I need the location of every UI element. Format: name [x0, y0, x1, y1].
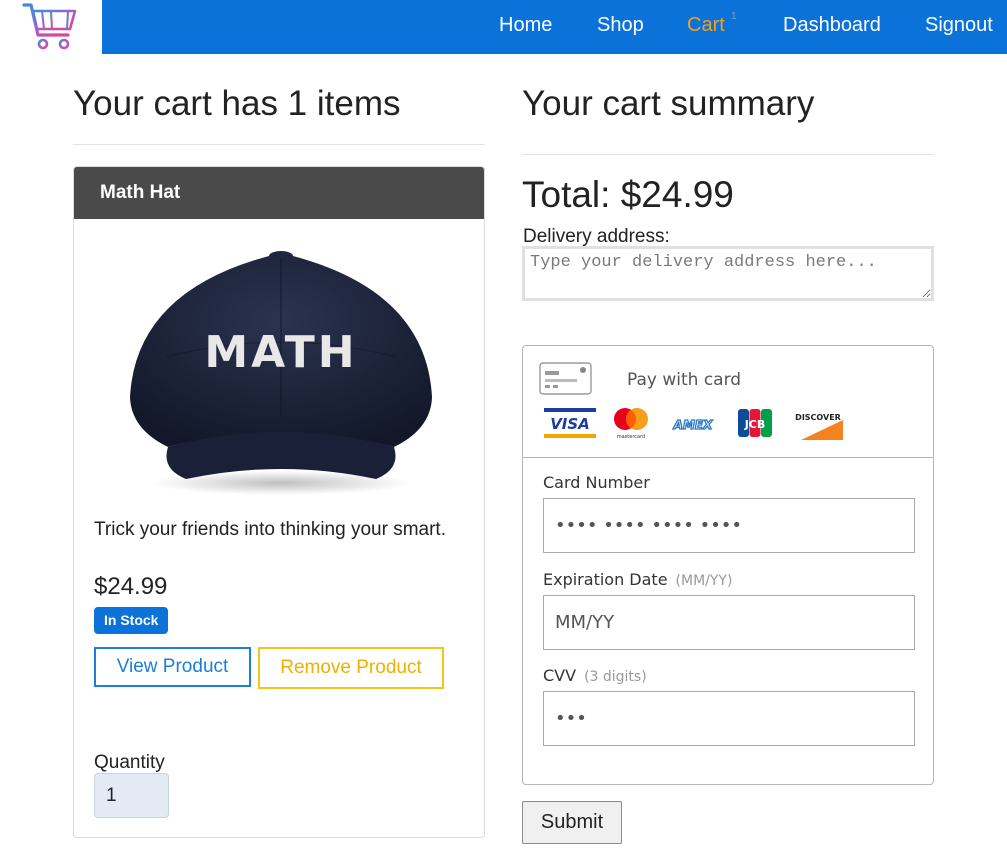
amex-icon: AMEX	[672, 417, 714, 432]
expiration-date-label: Expiration Date (MM/YY)	[543, 570, 733, 589]
cart-count-badge: 1	[731, 11, 737, 22]
view-product-button[interactable]: View Product	[94, 647, 251, 687]
nav-signout-link[interactable]: Signout	[925, 14, 993, 37]
quantity-input[interactable]	[94, 773, 169, 818]
mastercard-icon: mastercard	[614, 408, 648, 440]
in-stock-badge: In Stock	[94, 607, 169, 634]
cart-items-title: Your cart has 1 items	[73, 84, 401, 123]
svg-text:DISCOVER: DISCOVER	[795, 413, 841, 422]
credit-card-icon	[539, 362, 592, 395]
svg-text:VISA: VISA	[550, 415, 590, 433]
divider	[73, 144, 485, 145]
product-name: Math Hat	[100, 182, 181, 203]
expiration-date-hint: (MM/YY)	[675, 573, 733, 589]
expiration-date-input[interactable]	[543, 595, 915, 650]
nav-shop-link[interactable]: Shop	[597, 14, 644, 37]
nav-cart-link[interactable]: Cart	[687, 14, 725, 37]
delivery-address-label: Delivery address:	[523, 226, 670, 247]
discover-icon: DISCOVER	[795, 413, 843, 440]
product-description: Trick your friends into thinking your sm…	[94, 519, 446, 540]
top-navbar: Home Shop Cart 1 Dashboard Signout	[102, 0, 1007, 54]
divider	[523, 457, 933, 458]
cart-summary-title: Your cart summary	[522, 84, 815, 123]
svg-text:AMEX: AMEX	[673, 418, 713, 432]
svg-text:mastercard: mastercard	[617, 434, 645, 440]
card-payment-form: Pay with card VISA mastercard AMEX JCB D…	[522, 345, 934, 785]
card-number-input[interactable]	[543, 498, 915, 553]
quantity-label: Quantity	[94, 752, 165, 773]
jcb-icon: JCB	[738, 409, 772, 437]
visa-icon: VISA	[544, 408, 596, 438]
nav-home-link[interactable]: Home	[499, 14, 552, 37]
remove-product-button[interactable]: Remove Product	[258, 647, 444, 689]
hat-embroidery-text: MATH	[204, 327, 357, 378]
pay-with-card-heading: Pay with card	[627, 370, 742, 390]
cart-item-card: Math Hat MATH Trick your friends into th…	[73, 166, 485, 838]
submit-button[interactable]: Submit	[522, 801, 622, 844]
cvv-hint: (3 digits)	[584, 669, 647, 685]
divider	[522, 154, 934, 155]
shopping-cart-logo-icon	[22, 3, 77, 50]
logo[interactable]	[0, 0, 102, 54]
svg-text:JCB: JCB	[744, 418, 766, 431]
product-price: $24.99	[94, 573, 168, 600]
nav-dashboard-link[interactable]: Dashboard	[783, 14, 881, 37]
card-number-label: Card Number	[543, 473, 650, 492]
cvv-label: CVV (3 digits)	[543, 666, 647, 685]
product-image[interactable]: MATH	[126, 247, 436, 497]
cart-total: Total: $24.99	[522, 174, 734, 215]
cvv-input[interactable]	[543, 691, 915, 746]
delivery-address-input[interactable]	[522, 246, 934, 301]
cart-item-header: Math Hat	[74, 167, 484, 219]
